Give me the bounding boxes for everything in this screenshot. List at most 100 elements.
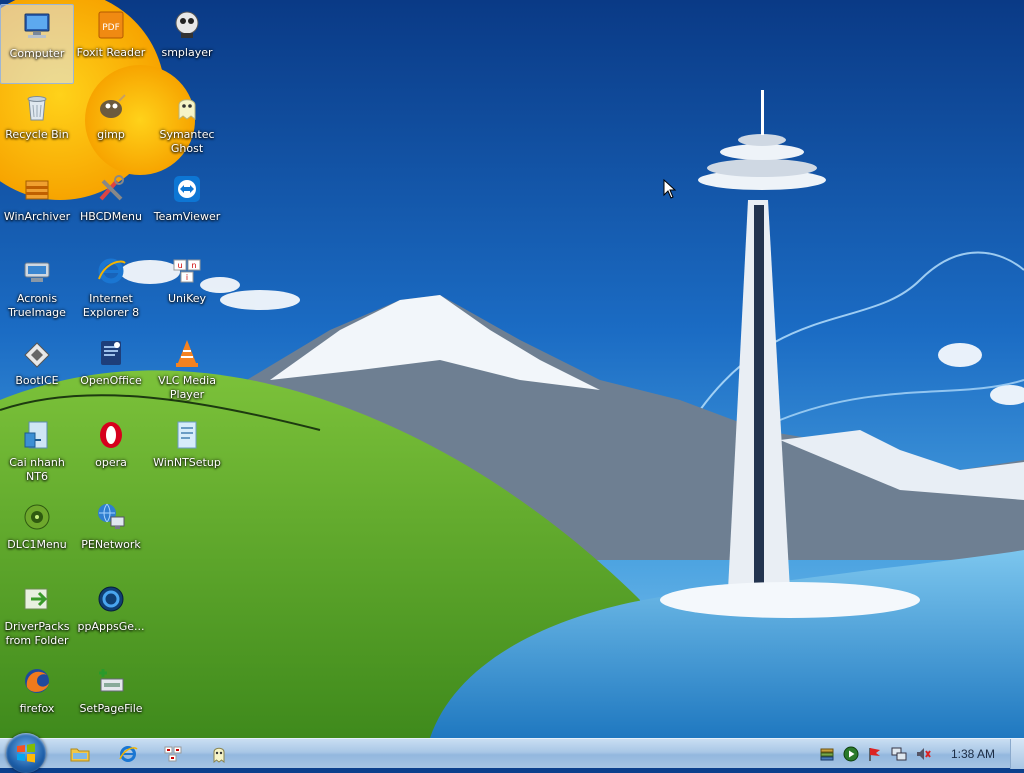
- ghost-icon: [213, 747, 225, 764]
- tray-network[interactable]: [890, 745, 908, 763]
- teamviewer-icon: [170, 172, 204, 206]
- desktop-icon-label: UniKey: [167, 292, 207, 305]
- desktop-icon-internet-explorer[interactable]: Internet Explorer 8: [74, 250, 148, 330]
- desktop-icon-label: OpenOffice: [80, 374, 142, 387]
- desktop-icon-symantec-ghost[interactable]: Symantec Ghost: [150, 86, 224, 166]
- desktop-icon-foxit-reader[interactable]: PDF Foxit Reader: [74, 4, 148, 84]
- stack-icon: [820, 748, 834, 761]
- taskbar-pinned-internet-explorer[interactable]: [115, 742, 141, 766]
- smplayer-icon: [170, 8, 204, 42]
- network-icon: [94, 500, 128, 534]
- desktop-icon-unikey[interactable]: uni UniKey: [150, 250, 224, 330]
- tray-stack[interactable]: [818, 745, 836, 763]
- tray-flag[interactable]: [866, 745, 884, 763]
- computer-icon: [20, 9, 54, 43]
- desktop-icon-smplayer[interactable]: smplayer: [150, 4, 224, 84]
- desktop-icon-cai-nhanh-nt6[interactable]: Cai nhanh NT6: [0, 414, 74, 494]
- recycle-bin-icon: [20, 90, 54, 124]
- unikey-icon: uni: [170, 254, 204, 288]
- openoffice-icon: [94, 336, 128, 370]
- desktop-icon-label: VLC Media Player: [158, 374, 216, 401]
- desktop-icon-label: TeamViewer: [153, 210, 221, 223]
- dlc-icon: [20, 500, 54, 534]
- internet-explorer-icon: [119, 746, 138, 762]
- installer-icon: [20, 418, 54, 452]
- desktop-icon-opera[interactable]: opera: [74, 414, 148, 494]
- desktop-icon-winntsetup[interactable]: WinNTSetup: [150, 414, 224, 494]
- desktop-icon-setpagefile[interactable]: SetPageFile: [74, 660, 148, 738]
- volume-muted-icon: [917, 748, 931, 760]
- desktop-icon-computer[interactable]: Computer: [0, 4, 74, 84]
- desktop-icon-label: WinNTSetup: [153, 456, 221, 469]
- desktop-icon-label: gimp: [97, 128, 125, 141]
- desktop-icon-winarchiver[interactable]: WinArchiver: [0, 168, 74, 248]
- desktop-icon-label: Symantec Ghost: [159, 128, 215, 155]
- desktop-icon-label: opera: [95, 456, 127, 469]
- svg-text:u: u: [177, 261, 182, 270]
- start-button[interactable]: [6, 733, 46, 773]
- explorer-folder-icon: [70, 748, 90, 762]
- desktop-icon-label: smplayer: [161, 46, 213, 59]
- taskbar-clock[interactable]: 1:38 AM: [940, 739, 1006, 769]
- desktop-icon-label: Computer: [9, 47, 65, 60]
- desktop-icon-recycle-bin[interactable]: Recycle Bin: [0, 86, 74, 166]
- firefox-icon: [20, 664, 54, 698]
- desktop-icon-openoffice[interactable]: OpenOffice: [74, 332, 148, 412]
- desktop-icon-teamviewer[interactable]: TeamViewer: [150, 168, 224, 248]
- desktop-icon-label: DLC1Menu: [7, 538, 67, 551]
- desktop-icon-driverpacks[interactable]: DriverPacks from Folder: [0, 578, 74, 658]
- desktop-icon-label: BootICE: [15, 374, 59, 387]
- desktop-icon-vlc-media-player[interactable]: VLC Media Player: [150, 332, 224, 412]
- desktop-icon-label: ppAppsGe...: [77, 620, 145, 633]
- desktop-icon-label: Internet Explorer 8: [82, 292, 140, 319]
- tray-media-play[interactable]: [842, 745, 860, 763]
- svg-text:PDF: PDF: [102, 23, 120, 33]
- svg-text:i: i: [186, 273, 188, 282]
- desktop-icon-acronis-trueimage[interactable]: Acronis TrueImage: [0, 250, 74, 330]
- desktop-icon-label: Cai nhanh NT6: [9, 456, 65, 483]
- internet-explorer-icon: [94, 254, 128, 288]
- windows-logo-icon: [17, 743, 35, 763]
- network-icon: [891, 747, 907, 761]
- taskbar-pinned-unikey[interactable]: [160, 742, 186, 766]
- desktop-icon-ppappsge[interactable]: ppAppsGe...: [74, 578, 148, 658]
- desktop-icon-label: Recycle Bin: [5, 128, 69, 141]
- tools-icon: [94, 172, 128, 206]
- unikey-icon: [164, 746, 182, 762]
- desktop-icon-label: firefox: [19, 702, 55, 715]
- desktop-icon-penetwork[interactable]: PENetwork: [74, 496, 148, 576]
- tray-volume[interactable]: [914, 745, 932, 763]
- desktop-icon-label: Foxit Reader: [76, 46, 146, 59]
- show-desktop-button[interactable]: [1010, 739, 1024, 769]
- setpagefile-icon: [94, 664, 128, 698]
- svg-text:n: n: [191, 261, 196, 270]
- desktop-icon-label: PENetwork: [81, 538, 141, 551]
- ghost-icon: [170, 90, 204, 124]
- winntsetup-icon: [170, 418, 204, 452]
- desktop-icon-bootice[interactable]: BootICE: [0, 332, 74, 412]
- mouse-cursor-icon: [663, 179, 677, 199]
- flag-icon: [869, 748, 880, 761]
- desktop[interactable]: Computer PDF Foxit Reader smplayer Recyc…: [0, 0, 1024, 738]
- desktop-icon-label: HBCDMenu: [80, 210, 142, 223]
- driverpacks-icon: [20, 582, 54, 616]
- desktop-icon-label: WinArchiver: [3, 210, 71, 223]
- media-play-icon: [843, 746, 859, 762]
- opera-icon: [94, 418, 128, 452]
- desktop-icon-dlc1menu[interactable]: DLC1Menu: [0, 496, 74, 576]
- pdf-icon: PDF: [94, 8, 128, 42]
- archiver-icon: [20, 172, 54, 206]
- vlc-icon: [170, 336, 204, 370]
- acronis-icon: [20, 254, 54, 288]
- taskbar: 1:38 AM: [0, 733, 1024, 773]
- desktop-icon-hbcdmenu[interactable]: HBCDMenu: [74, 168, 148, 248]
- desktop-icon-label: SetPageFile: [79, 702, 143, 715]
- desktop-icon-firefox[interactable]: firefox: [0, 660, 74, 738]
- desktop-icon-label: Acronis TrueImage: [8, 292, 66, 319]
- taskbar-pinned-ghost[interactable]: [206, 742, 232, 766]
- ppapps-icon: [94, 582, 128, 616]
- desktop-icon-gimp[interactable]: gimp: [74, 86, 148, 166]
- taskbar-pinned-explorer[interactable]: [67, 742, 93, 766]
- gimp-icon: [94, 90, 128, 124]
- bootice-icon: [20, 336, 54, 370]
